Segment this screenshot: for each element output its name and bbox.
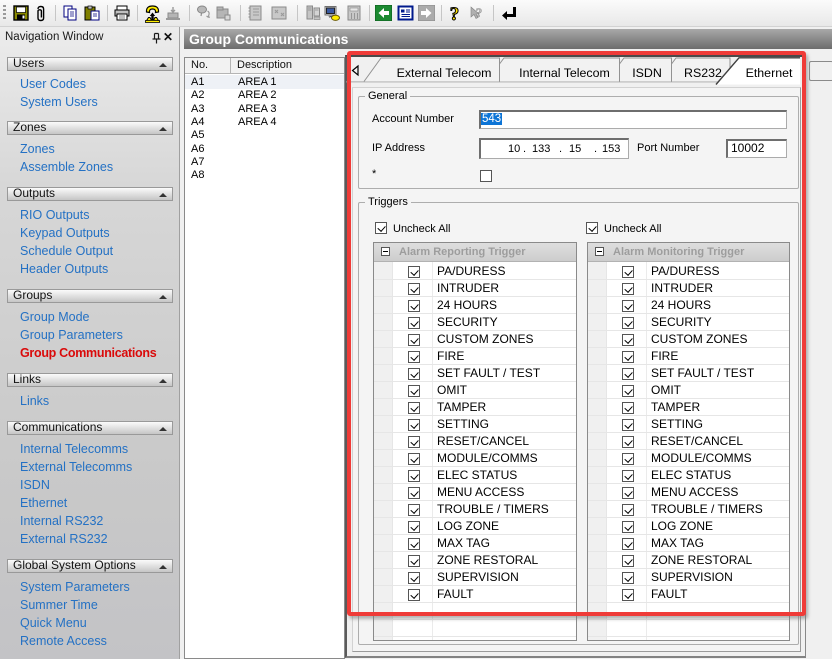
svg-text:?: ? — [450, 5, 460, 23]
